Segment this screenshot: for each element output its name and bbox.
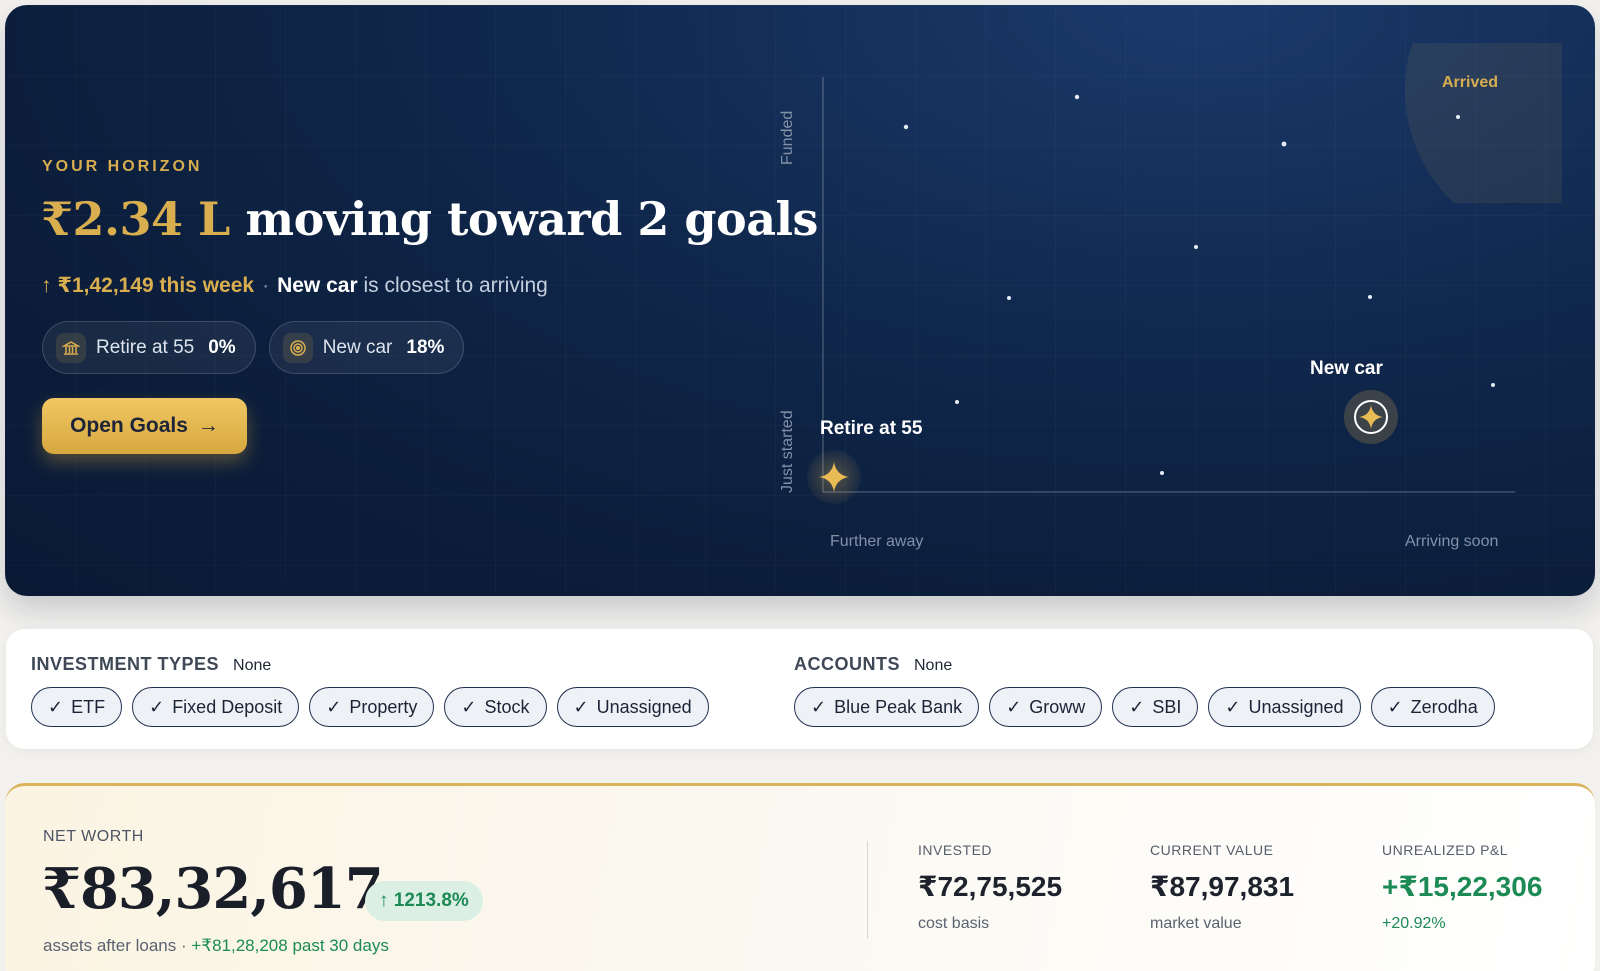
filter-pill-label: ETF xyxy=(71,696,106,717)
stat-invested: INVESTED ₹72,75,525 cost basis xyxy=(918,842,1062,933)
star-dot xyxy=(1160,471,1164,475)
check-icon: ✓ xyxy=(1006,696,1022,717)
filter-pill-label: Property xyxy=(349,696,418,717)
x-axis-label-left: Further away xyxy=(830,533,923,550)
filter-pill-row: ✓ ETF ✓ Fixed Deposit ✓ Property ✓ Stock ✓ Un… xyxy=(31,687,709,727)
check-icon: ✓ xyxy=(149,696,165,717)
net-worth-card: NET WORTH ₹83,32,617 ↑ 1213.8% assets af… xyxy=(5,783,1595,971)
divider xyxy=(867,841,868,939)
check-icon: ✓ xyxy=(1387,696,1403,717)
stat-unrealized-pl: UNREALIZED P&L +₹15,22,306 +20.92% xyxy=(1382,842,1542,933)
filter-selection[interactable]: None xyxy=(233,657,271,675)
star-dot xyxy=(903,124,909,130)
stat-label: INVESTED xyxy=(918,842,993,858)
arrived-zone-label: Arrived xyxy=(1442,74,1498,91)
net-worth-sub-prefix: assets after loans · xyxy=(43,936,192,955)
stat-subtext: market value xyxy=(1150,915,1242,932)
filter-header: INVESTMENT TYPES None xyxy=(31,654,271,675)
filter-header: ACCOUNTS None xyxy=(794,654,952,675)
stat-label: CURRENT VALUE xyxy=(1150,842,1274,858)
check-icon: ✓ xyxy=(811,696,827,717)
net-worth-30d-change: +₹81,28,208 past 30 days xyxy=(191,936,389,955)
star-dot xyxy=(1074,94,1080,100)
y-axis-label-top: Funded xyxy=(779,111,796,165)
goal-marker-label: New car xyxy=(1310,358,1383,379)
stat-value: ₹72,75,525 xyxy=(918,871,1063,902)
check-icon: ✓ xyxy=(573,696,589,717)
filter-selection[interactable]: None xyxy=(914,657,952,675)
goal-marker-label: Retire at 55 xyxy=(820,418,923,439)
stat-subtext: +20.92% xyxy=(1382,915,1446,932)
stat-value: ₹87,97,831 xyxy=(1150,871,1295,902)
filter-pill-label: Groww xyxy=(1029,696,1086,717)
filter-pill-unassigned[interactable]: ✓ Unassigned xyxy=(556,687,709,727)
filter-pill-zerodha[interactable]: ✓ Zerodha xyxy=(1370,687,1495,727)
star-dot xyxy=(955,400,959,404)
stat-subtext: cost basis xyxy=(918,915,990,932)
filter-pill-property[interactable]: ✓ Property xyxy=(309,687,435,727)
filter-pill-row: ✓ Blue Peak Bank ✓ Groww ✓ SBI ✓ Unassigned … xyxy=(794,687,1495,727)
star-dot xyxy=(1456,115,1460,119)
filter-pill-unassigned[interactable]: ✓ Unassigned xyxy=(1208,687,1361,727)
star-dot xyxy=(1194,245,1198,249)
stat-value: +₹15,22,306 xyxy=(1382,871,1543,902)
star-dot xyxy=(1368,295,1372,299)
check-icon: ✓ xyxy=(326,696,342,717)
check-icon: ✓ xyxy=(48,696,64,717)
filter-pill-label: Unassigned xyxy=(596,696,692,717)
star-dot xyxy=(1007,296,1011,300)
net-worth-subtext: assets after loans · +₹81,28,208 past 30… xyxy=(43,936,389,956)
filter-pill-label: Zerodha xyxy=(1410,696,1478,717)
net-worth-change-badge: ↑ 1213.8% xyxy=(365,881,483,921)
filter-pill-sbi[interactable]: ✓ SBI xyxy=(1112,687,1199,727)
check-icon: ✓ xyxy=(461,696,477,717)
x-axis-label-right: Arriving soon xyxy=(1405,533,1498,550)
y-axis-label-bottom: Just started xyxy=(779,410,796,493)
check-icon: ✓ xyxy=(1129,696,1145,717)
horizon-hero-card: YOUR HORIZON ₹2.34 L moving toward 2 goa… xyxy=(5,5,1595,596)
stat-current-value: CURRENT VALUE ₹87,97,831 market value xyxy=(1150,842,1294,933)
filter-pill-blue-peak-bank[interactable]: ✓ Blue Peak Bank xyxy=(794,687,980,727)
filter-pill-label: Fixed Deposit xyxy=(172,696,283,717)
horizon-chart: Arrived Funded Just started Further away… xyxy=(779,43,1562,550)
stat-label: UNREALIZED P&L xyxy=(1382,842,1509,858)
filter-pill-label: SBI xyxy=(1152,696,1182,717)
filter-pill-groww[interactable]: ✓ Groww xyxy=(989,687,1103,727)
arrived-zone xyxy=(1405,43,1562,203)
net-worth-value: ₹83,32,617 xyxy=(42,856,384,922)
filters-panel: INVESTMENT TYPES None ✓ ETF ✓ Fixed Deposi… xyxy=(6,629,1593,749)
goal-marker-retire[interactable]: Retire at 55 xyxy=(807,418,923,504)
goal-marker-new-car[interactable]: New car xyxy=(1310,358,1398,444)
filter-pill-etf[interactable]: ✓ ETF xyxy=(31,687,123,727)
star-dot xyxy=(1281,141,1287,147)
filter-title: INVESTMENT TYPES xyxy=(31,654,220,674)
star-dot xyxy=(1491,383,1495,387)
filter-pill-fixed-deposit[interactable]: ✓ Fixed Deposit xyxy=(132,687,300,727)
filter-pill-stock[interactable]: ✓ Stock xyxy=(444,687,547,727)
check-icon: ✓ xyxy=(1225,696,1241,717)
filter-pill-label: Stock xyxy=(484,696,530,717)
filter-title: ACCOUNTS xyxy=(794,654,900,674)
filter-pill-label: Blue Peak Bank xyxy=(834,696,963,717)
star-field xyxy=(903,94,1495,475)
net-worth-label: NET WORTH xyxy=(43,828,144,845)
filter-pill-label: Unassigned xyxy=(1248,696,1344,717)
